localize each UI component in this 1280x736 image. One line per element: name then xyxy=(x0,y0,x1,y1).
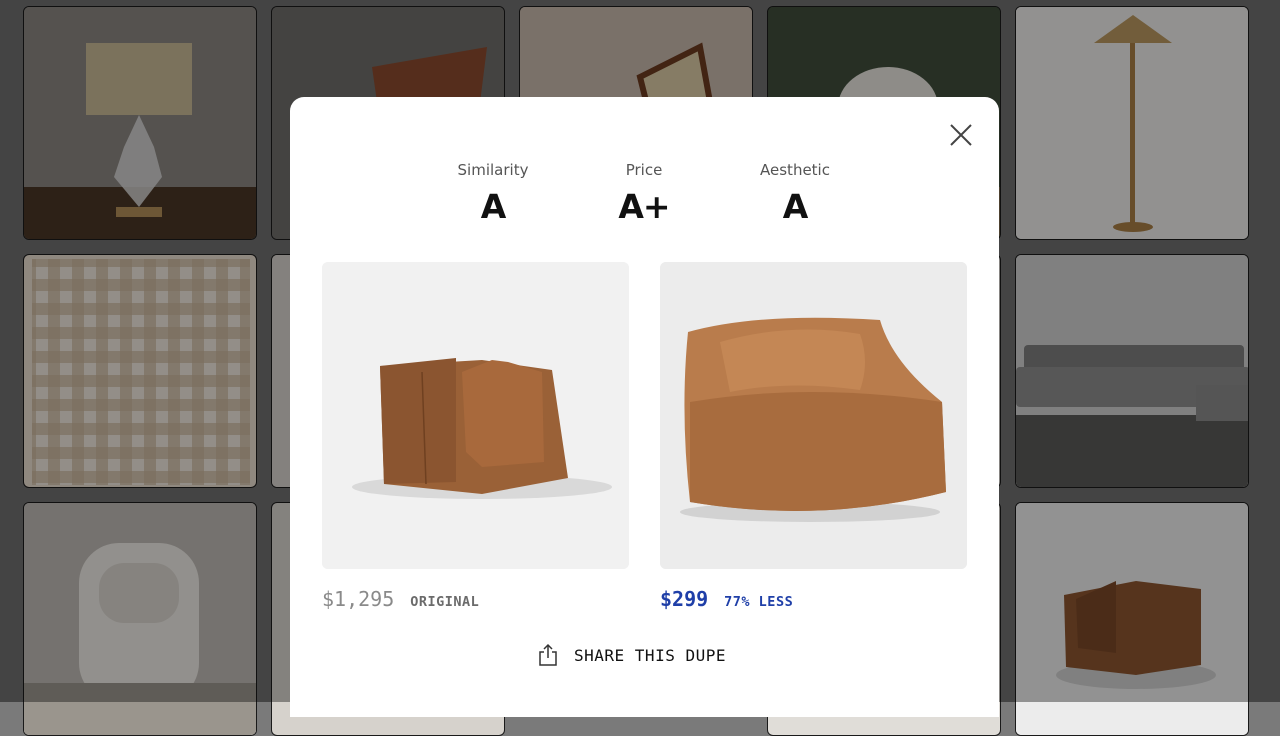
floor-lamp-tile[interactable] xyxy=(1015,6,1249,240)
leather-armchair-tile[interactable] xyxy=(1015,502,1249,736)
dupe-price-row: $299 77% LESS xyxy=(660,587,793,611)
leather-armchair-image xyxy=(1016,503,1248,735)
gingham-rug-image xyxy=(32,259,250,485)
share-dupe-button[interactable]: SHARE THIS DUPE xyxy=(538,643,726,667)
sectional-sofa-tile[interactable] xyxy=(1015,254,1249,488)
grade-aesthetic: Aesthetic A xyxy=(725,161,865,226)
grade-value: A+ xyxy=(618,187,670,226)
sectional-sofa-image xyxy=(1016,255,1248,487)
original-price: $1,295 xyxy=(322,587,395,611)
grade-value: A xyxy=(480,187,507,226)
grade-label: Price xyxy=(625,161,663,179)
floor-lamp-image xyxy=(1016,7,1248,239)
dupe-comparison-modal: Similarity A Price A+ Aesthetic A $1,295… xyxy=(290,97,999,717)
grade-similarity: Similarity A xyxy=(423,161,563,226)
grade-price: Price A+ xyxy=(574,161,714,226)
original-label: ORIGINAL xyxy=(410,594,480,610)
dupe-product-card[interactable] xyxy=(660,262,967,569)
grade-label: Aesthetic xyxy=(760,161,830,179)
white-chair-image xyxy=(24,503,256,735)
original-price-row: $1,295 ORIGINAL xyxy=(322,587,479,611)
original-product-card[interactable] xyxy=(322,262,629,569)
original-product-image xyxy=(322,262,629,569)
table-lamp-tile[interactable] xyxy=(23,6,257,240)
grade-value: A xyxy=(782,187,809,226)
dupe-product-image xyxy=(660,262,967,569)
white-chair-tile[interactable] xyxy=(23,502,257,736)
close-button[interactable] xyxy=(947,121,975,149)
share-icon xyxy=(539,643,557,666)
dupe-price: $299 xyxy=(660,587,709,611)
close-icon xyxy=(950,124,972,146)
savings-label: 77% LESS xyxy=(724,594,794,610)
share-label: SHARE THIS DUPE xyxy=(574,645,726,665)
gingham-rug-tile[interactable] xyxy=(23,254,257,488)
grade-label: Similarity xyxy=(457,161,529,179)
table-lamp-image xyxy=(24,7,256,239)
